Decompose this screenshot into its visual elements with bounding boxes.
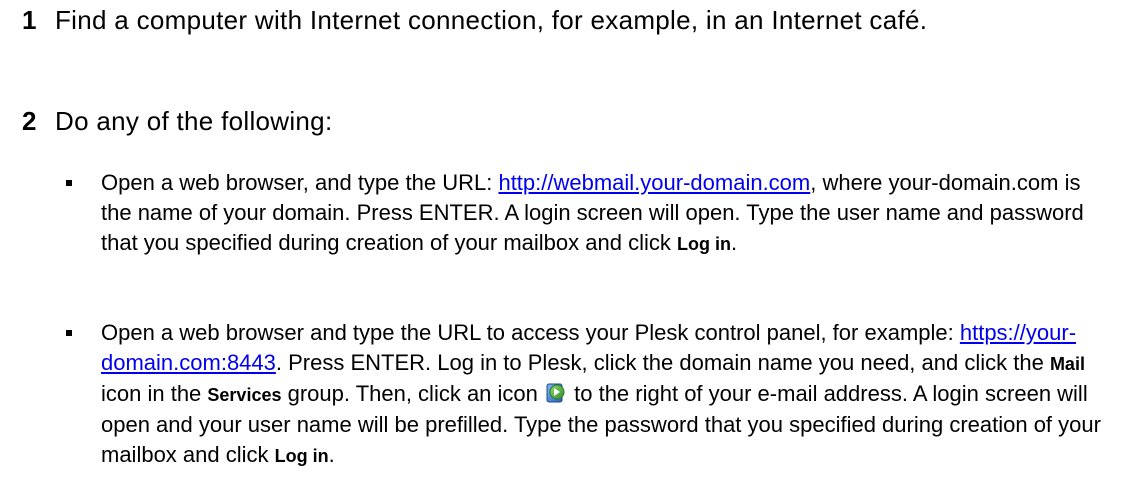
- step-text: Find a computer with Internet connection…: [55, 5, 928, 35]
- ui-term-log-in: Log in: [676, 234, 731, 254]
- text-run: .: [328, 442, 335, 467]
- bullet-text: Open a web browser and type the URL to a…: [101, 318, 1111, 471]
- ui-term-services: Services: [207, 385, 282, 405]
- text-run: .: [730, 230, 738, 255]
- step-1: 1 Find a computer with Internet connecti…: [0, 2, 1137, 82]
- step-number: 2: [22, 106, 37, 136]
- text-run: . Press ENTER. Log in to Plesk, click th…: [275, 350, 1050, 375]
- step-number: 1: [22, 5, 37, 35]
- step-2: 2 Do any of the following:: [0, 103, 1137, 143]
- bullet-text: Open a web browser, and type the URL: ht…: [101, 168, 1111, 259]
- text-run: Open a web browser, and type the URL:: [101, 170, 499, 195]
- text-run: Open a web browser and type the URL to a…: [101, 320, 960, 345]
- bullet-square-icon: [66, 330, 72, 336]
- bullet-square-icon: [66, 180, 72, 186]
- text-run: group. Then, click an icon: [281, 381, 545, 406]
- webmail-open-icon: [545, 382, 567, 404]
- ui-term-mail: Mail: [1049, 354, 1085, 374]
- text-run: icon in the: [101, 381, 208, 406]
- step-text: Do any of the following:: [55, 106, 333, 136]
- webmail-url-link[interactable]: http://webmail.your-domain.com: [498, 170, 810, 195]
- ui-term-log-in: Log in: [274, 446, 329, 466]
